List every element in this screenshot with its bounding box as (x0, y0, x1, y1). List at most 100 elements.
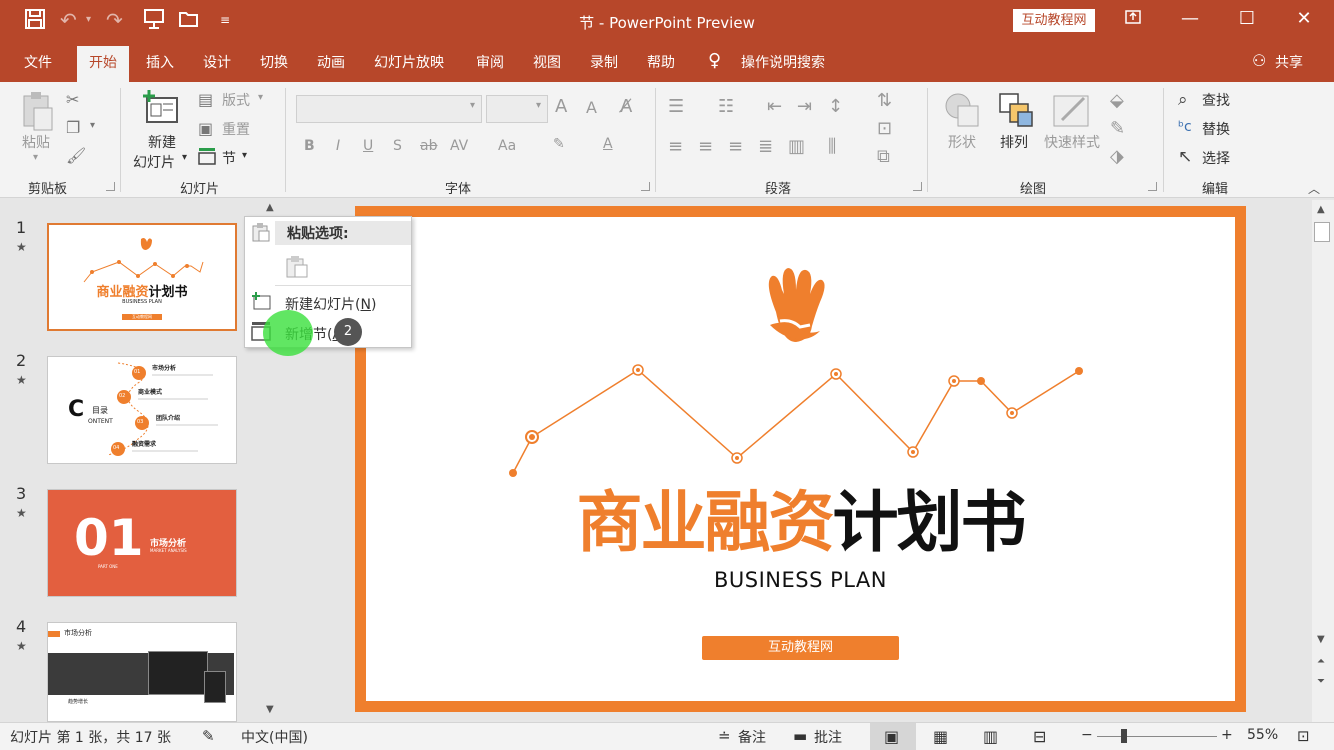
shapes-icon[interactable] (942, 90, 982, 134)
align-text-icon[interactable]: ⊡ (877, 118, 892, 139)
section-dropdown-icon[interactable]: ▾ (242, 150, 247, 161)
restore-ribbon-icon[interactable] (1118, 8, 1148, 31)
normal-view-icon[interactable]: ▣ (884, 727, 899, 746)
replace-icon[interactable]: ᵇc (1178, 119, 1192, 135)
slide-thumbnail-2[interactable]: C 目录 ONTENT 01 市场分析 02 商业模式 03 团队介绍 04 融… (47, 356, 237, 464)
quick-styles-label[interactable]: 快速样式 (1044, 132, 1100, 152)
font-launcher-icon[interactable] (641, 182, 650, 191)
clipboard-launcher-icon[interactable] (106, 182, 115, 191)
text-direction-icon[interactable]: ⇅ (877, 90, 892, 111)
arrange-icon[interactable] (996, 90, 1036, 134)
cut-icon[interactable]: ✂ (66, 90, 79, 109)
layout-label[interactable]: 版式 (222, 90, 250, 110)
scroll-down-icon[interactable]: ▼ (266, 704, 274, 715)
zoom-slider-thumb[interactable] (1121, 729, 1127, 743)
slide-title-orange[interactable]: 商业融资 (577, 484, 835, 561)
new-slide-label-2[interactable]: 幻灯片 (133, 152, 175, 172)
quick-styles-icon[interactable] (1050, 90, 1094, 134)
slideshow-view-icon[interactable]: ⊟ (1033, 727, 1046, 746)
bold-button[interactable]: B (304, 138, 315, 154)
tab-transitions[interactable]: 切换 (260, 52, 288, 72)
tab-design[interactable]: 设计 (203, 52, 231, 72)
scroll-down-icon[interactable]: ▼ (1317, 634, 1325, 645)
scroll-thumb[interactable] (1314, 222, 1330, 242)
justify-icon[interactable]: ≣ (758, 136, 773, 157)
tab-file[interactable]: 文件 (24, 52, 52, 72)
font-name-dropdown-icon[interactable]: ▾ (470, 100, 475, 111)
char-spacing-button[interactable]: AV (450, 138, 468, 154)
find-icon[interactable]: ⌕ (1178, 90, 1188, 110)
previous-slide-icon[interactable]: ⏶ (1317, 656, 1325, 667)
text-shadow-button[interactable]: S (393, 138, 402, 154)
tab-help[interactable]: 帮助 (647, 52, 675, 72)
underline-button[interactable]: U (363, 138, 373, 154)
numbering-icon[interactable]: ☷ (718, 96, 734, 117)
decrease-indent-icon[interactable]: ⇤ (767, 96, 782, 117)
increase-indent-icon[interactable]: ⇥ (797, 96, 812, 117)
collapse-ribbon-icon[interactable]: ︿ (1308, 180, 1320, 197)
slide-brand-button[interactable]: 互动教程网 (702, 636, 899, 660)
tab-view[interactable]: 视图 (533, 52, 561, 72)
shapes-label[interactable]: 形状 (948, 132, 976, 152)
notes-icon[interactable]: ≐ (718, 727, 731, 745)
zoom-slider-track[interactable] (1097, 736, 1217, 737)
align-center-icon[interactable]: ≡ (698, 136, 713, 157)
line-spacing-icon[interactable]: ↕ (828, 96, 843, 117)
new-slide-accelerator[interactable]: N (360, 297, 370, 313)
bullets-icon[interactable]: ☰ (668, 96, 684, 117)
distributed-icon[interactable]: ▥ (788, 136, 805, 157)
paragraph-launcher-icon[interactable] (913, 182, 922, 191)
grow-font-icon[interactable]: A (555, 96, 567, 117)
tab-home[interactable]: 开始 (77, 46, 129, 82)
scroll-up-icon[interactable]: ▲ (1317, 204, 1325, 215)
zoom-level[interactable]: 55% (1247, 727, 1278, 743)
new-slide-dropdown-icon[interactable]: ▾ (182, 152, 187, 163)
reading-view-icon[interactable]: ▥ (983, 727, 998, 746)
arrange-label[interactable]: 排列 (1000, 132, 1028, 152)
language-indicator[interactable]: 中文(中国) (241, 727, 308, 747)
select-cursor-icon[interactable]: ↖ (1178, 147, 1192, 167)
slide-sorter-icon[interactable]: ▦ (933, 727, 948, 746)
columns-icon[interactable]: ⫼ (828, 136, 836, 157)
font-color-button[interactable]: A (603, 136, 613, 152)
slide-thumbnail-4[interactable]: 市场分析 趋势增长 (47, 622, 237, 722)
strikethrough-button[interactable]: ab (420, 138, 437, 154)
paste-dropdown-icon[interactable]: ▾ (33, 152, 38, 163)
fit-to-window-icon[interactable]: ⊡ (1297, 727, 1310, 745)
italic-button[interactable]: I (336, 138, 340, 154)
copy-icon[interactable]: ❐ (66, 118, 80, 137)
main-slide[interactable]: 商业融资计划书 BUSINESS PLAN 互动教程网 (366, 217, 1235, 701)
smartart-icon[interactable]: ⧉ (877, 146, 890, 167)
section-icon[interactable] (198, 147, 216, 169)
copy-dropdown-icon[interactable]: ▾ (90, 120, 95, 131)
reset-label[interactable]: 重置 (222, 119, 250, 139)
spell-check-icon[interactable]: ✎ (202, 727, 215, 745)
next-slide-icon[interactable]: ⏷ (1317, 676, 1325, 687)
tab-animations[interactable]: 动画 (317, 52, 345, 72)
tab-slideshow[interactable]: 幻灯片放映 (374, 52, 444, 72)
change-case-button[interactable]: Aa (498, 138, 516, 154)
font-size-dropdown-icon[interactable]: ▾ (536, 100, 541, 111)
slide-scrollbar[interactable]: ▲ ▼ ⏶ ⏷ (1312, 200, 1334, 722)
highlight-icon[interactable]: ✎ (553, 136, 565, 152)
format-painter-icon[interactable]: 🖌 (66, 146, 86, 165)
paste-keep-formatting-icon[interactable] (285, 255, 309, 283)
align-right-icon[interactable]: ≡ (728, 136, 743, 157)
zoom-out-button[interactable]: − (1081, 727, 1093, 743)
shrink-font-icon[interactable]: A (586, 98, 597, 117)
find-button[interactable]: 查找 (1202, 90, 1230, 110)
align-left-icon[interactable]: ≡ (668, 136, 683, 157)
clear-formatting-icon[interactable]: A̸ (620, 96, 632, 117)
paste-icon[interactable] (20, 90, 56, 136)
slide-thumbnail-1[interactable]: 商业融资计划书 BUSINESS PLAN 互动教程网 (47, 223, 237, 331)
new-slide-label-1[interactable]: 新建 (148, 132, 176, 152)
reset-icon[interactable]: ▣ (198, 119, 213, 138)
slide-subtitle[interactable]: BUSINESS PLAN (366, 568, 1235, 592)
drawing-launcher-icon[interactable] (1148, 182, 1157, 191)
tab-insert[interactable]: 插入 (146, 52, 174, 72)
share-button[interactable]: 共享 (1275, 52, 1303, 72)
tell-me-search[interactable]: 操作说明搜索 (741, 52, 825, 72)
close-icon[interactable]: ✕ (1289, 8, 1319, 29)
scroll-up-icon[interactable]: ▲ (266, 202, 274, 213)
comments-icon[interactable]: ▬ (793, 727, 807, 745)
